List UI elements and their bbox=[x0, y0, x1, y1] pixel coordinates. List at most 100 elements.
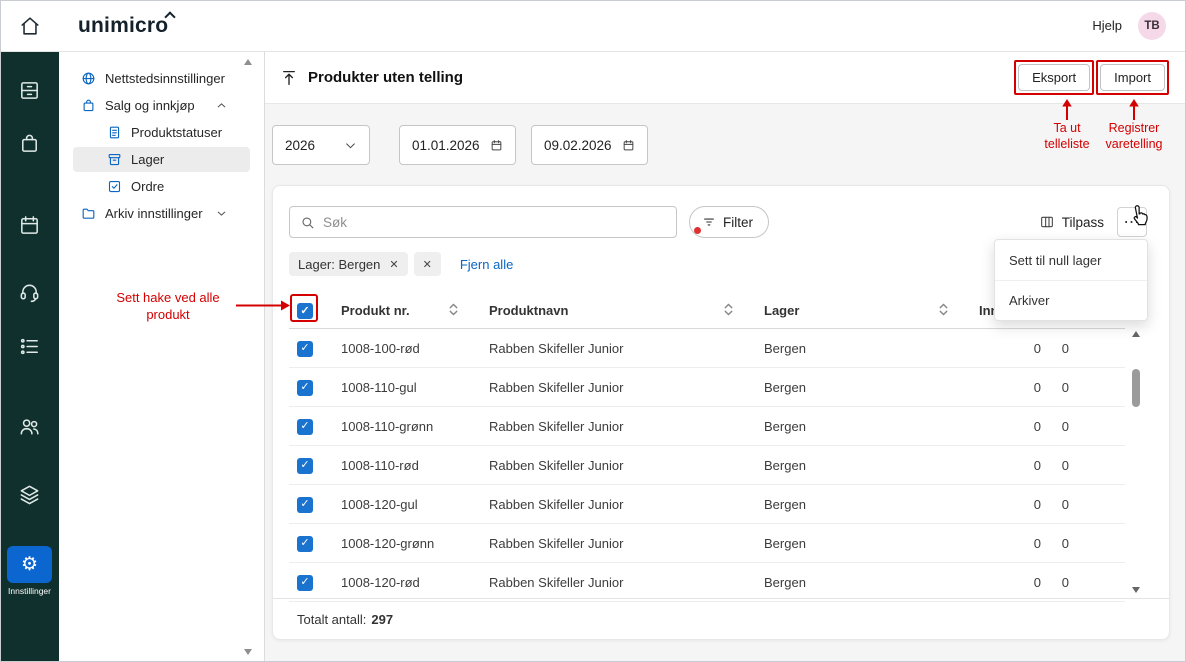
sidebar-item-label: Lager bbox=[131, 152, 164, 167]
table-row: ✓1008-120-rødRabben Skifeller JuniorBerg… bbox=[289, 563, 1125, 602]
search-input[interactable] bbox=[323, 207, 676, 237]
close-icon: ✕ bbox=[423, 258, 432, 271]
filter-icon bbox=[702, 215, 716, 229]
date-to-input[interactable]: 09.02.2026 bbox=[531, 125, 648, 165]
card-toolbar: Filter Tilpass ⋯ bbox=[273, 186, 1169, 238]
table-scrollbar[interactable] bbox=[1129, 329, 1143, 595]
col-lager[interactable]: Lager bbox=[764, 303, 979, 319]
row-checkbox[interactable]: ✓ bbox=[297, 536, 313, 552]
support-icon[interactable] bbox=[18, 281, 41, 304]
col-product-nr[interactable]: Produkt nr. bbox=[341, 303, 489, 319]
table-row: ✓1008-110-rødRabben Skifeller JuniorBerg… bbox=[289, 446, 1125, 485]
cell-value-2: 0 bbox=[1041, 380, 1069, 395]
products-card: Filter Tilpass ⋯ Sett til null lagerArki… bbox=[272, 185, 1170, 640]
cell-product-name: Rabben Skifeller Junior bbox=[489, 380, 764, 395]
nav-scroll-up-icon[interactable] bbox=[244, 59, 252, 65]
cell-lager: Bergen bbox=[764, 419, 979, 434]
row-checkbox[interactable]: ✓ bbox=[297, 575, 313, 591]
sidebar-item-produktstatuser[interactable]: Produktstatuser bbox=[73, 120, 250, 145]
cell-lager: Bergen bbox=[764, 380, 979, 395]
cell-product-name: Rabben Skifeller Junior bbox=[489, 341, 764, 356]
cabinet-icon[interactable] bbox=[18, 79, 41, 102]
clear-all-link[interactable]: Fjern alle bbox=[460, 257, 513, 272]
menu-item[interactable]: Sett til null lager bbox=[995, 240, 1147, 280]
row-checkbox[interactable]: ✓ bbox=[297, 497, 313, 513]
scroll-up-icon[interactable] bbox=[1132, 331, 1140, 337]
page-title: Produkter uten telling bbox=[308, 69, 463, 86]
cell-lager: Bergen bbox=[764, 458, 979, 473]
settings-nav: Nettstedsinnstillinger Salg og innkjøp Pro… bbox=[59, 52, 265, 662]
checkbox-annotation-box bbox=[290, 294, 318, 322]
active-filter-dot-icon bbox=[694, 227, 701, 234]
import-button[interactable]: Import bbox=[1100, 64, 1165, 91]
customize-button[interactable]: Tilpass bbox=[1039, 214, 1104, 230]
sort-icon[interactable] bbox=[938, 303, 949, 319]
help-link[interactable]: Hjelp bbox=[1092, 18, 1122, 33]
row-checkbox[interactable]: ✓ bbox=[297, 458, 313, 474]
folder-icon bbox=[81, 206, 96, 221]
nav-list: Nettstedsinnstillinger Salg og innkjøp Pro… bbox=[59, 52, 264, 226]
export-annotation-box: Eksport bbox=[1014, 60, 1094, 95]
home-button[interactable] bbox=[0, 15, 59, 37]
cell-product-nr: 1008-110-rød bbox=[341, 458, 489, 473]
import-annotation-box: Import bbox=[1096, 60, 1169, 95]
cell-value-1: 0 bbox=[979, 458, 1041, 473]
people-icon[interactable] bbox=[18, 415, 41, 438]
cell-product-name: Rabben Skifeller Junior bbox=[489, 497, 764, 512]
sidebar-item-salg-og-innkjop[interactable]: Salg og innkjøp bbox=[73, 93, 250, 118]
settings-button[interactable]: ⚙ bbox=[7, 546, 52, 583]
sort-icon[interactable] bbox=[723, 303, 734, 319]
settings-label: Innstillinger bbox=[0, 586, 59, 596]
layers-icon[interactable] bbox=[18, 483, 41, 506]
sidebar-item-label: Ordre bbox=[131, 179, 164, 194]
page-header: Produkter uten telling Eksport Import bbox=[265, 52, 1186, 104]
sidebar-item-label: Produktstatuser bbox=[131, 125, 222, 140]
row-checkbox[interactable]: ✓ bbox=[297, 419, 313, 435]
bag-icon[interactable] bbox=[18, 132, 41, 155]
bag-icon bbox=[81, 98, 96, 113]
table-row: ✓1008-110-gulRabben Skifeller JuniorBerg… bbox=[289, 368, 1125, 407]
icon-sidebar: ⚙ Innstillinger bbox=[0, 52, 59, 662]
filter-button[interactable]: Filter bbox=[689, 206, 769, 238]
user-avatar[interactable]: TB bbox=[1138, 12, 1166, 40]
sidebar-item-arkiv-innstillinger[interactable]: Arkiv innstillinger bbox=[73, 201, 250, 226]
checkbox-annotation-arrow bbox=[236, 299, 290, 312]
clear-chip[interactable]: ✕ bbox=[414, 252, 441, 276]
cell-value-1: 0 bbox=[979, 341, 1041, 356]
sidebar-item-nettstedsinnstillinger[interactable]: Nettstedsinnstillinger bbox=[73, 66, 250, 91]
sidebar-item-label: Arkiv innstillinger bbox=[105, 206, 203, 221]
cell-value-1: 0 bbox=[979, 575, 1041, 590]
cell-value-1: 0 bbox=[979, 419, 1041, 434]
filter-row: 2026 01.01.2026 09.02.2026 bbox=[272, 125, 648, 165]
scroll-down-icon[interactable] bbox=[1132, 587, 1140, 593]
cell-lager: Bergen bbox=[764, 341, 979, 356]
table-row: ✓ 1008-100-rødRabben Skifeller JuniorBerg… bbox=[289, 329, 1125, 368]
export-button[interactable]: Eksport bbox=[1018, 64, 1090, 91]
checkbox-annotation-note: Sett hake ved alle produkt bbox=[88, 289, 248, 323]
cell-product-nr: 1008-120-gul bbox=[341, 497, 489, 512]
cell-value-1: 0 bbox=[979, 380, 1041, 395]
sidebar-item-lager[interactable]: Lager bbox=[73, 147, 250, 172]
row-checkbox[interactable]: ✓ bbox=[297, 380, 313, 396]
calendar-icon bbox=[490, 139, 503, 152]
row-checkbox[interactable]: ✓ bbox=[297, 341, 313, 357]
menu-item[interactable]: Arkiver bbox=[995, 280, 1147, 320]
col-product-name[interactable]: Produktnavn bbox=[489, 303, 764, 319]
cell-value-2: 0 bbox=[1041, 419, 1069, 434]
tasks-icon[interactable] bbox=[18, 335, 41, 358]
date-from-input[interactable]: 01.01.2026 bbox=[399, 125, 516, 165]
nav-scroll-down-icon[interactable] bbox=[244, 649, 252, 655]
archivebox-icon bbox=[107, 152, 122, 167]
close-icon[interactable]: ✕ bbox=[389, 258, 398, 271]
cell-product-nr: 1008-120-rød bbox=[341, 575, 489, 590]
mouse-cursor-icon bbox=[1128, 204, 1149, 228]
cell-value-1: 0 bbox=[979, 536, 1041, 551]
sort-icon[interactable] bbox=[448, 303, 459, 319]
sidebar-item-label: Nettstedsinnstillinger bbox=[105, 71, 225, 86]
calendar-icon[interactable] bbox=[18, 214, 41, 237]
cell-product-nr: 1008-100-rød bbox=[341, 341, 489, 356]
scrollbar-thumb[interactable] bbox=[1132, 369, 1140, 407]
year-select[interactable]: 2026 bbox=[272, 125, 370, 165]
logo-text: unimicro bbox=[78, 14, 168, 37]
sidebar-item-ordre[interactable]: Ordre bbox=[73, 174, 250, 199]
